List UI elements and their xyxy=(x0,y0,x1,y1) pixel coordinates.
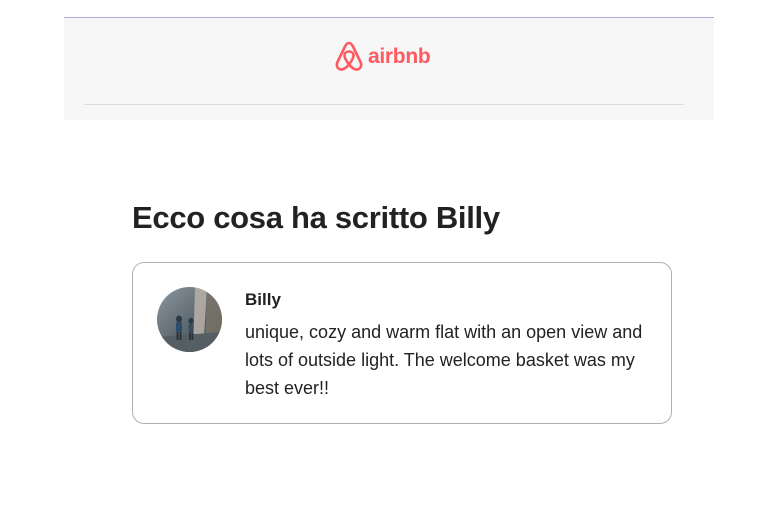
review-card: Billy unique, cozy and warm flat with an… xyxy=(132,262,672,424)
avatar xyxy=(157,287,222,352)
email-page: airbnb Ecco cosa ha scritto Billy Billy … xyxy=(0,0,780,513)
review-author: Billy xyxy=(245,290,281,309)
review-text: unique, cozy and warm flat with an open … xyxy=(245,322,643,398)
airbnb-logo-text: airbnb xyxy=(368,44,431,68)
airbnb-logo[interactable]: airbnb xyxy=(334,39,431,73)
airbnb-belo-icon xyxy=(334,39,364,73)
email-header: airbnb xyxy=(64,18,714,120)
user-avatar-photo xyxy=(157,287,222,352)
header-divider xyxy=(84,104,684,105)
page-title: Ecco cosa ha scritto Billy xyxy=(132,200,500,235)
